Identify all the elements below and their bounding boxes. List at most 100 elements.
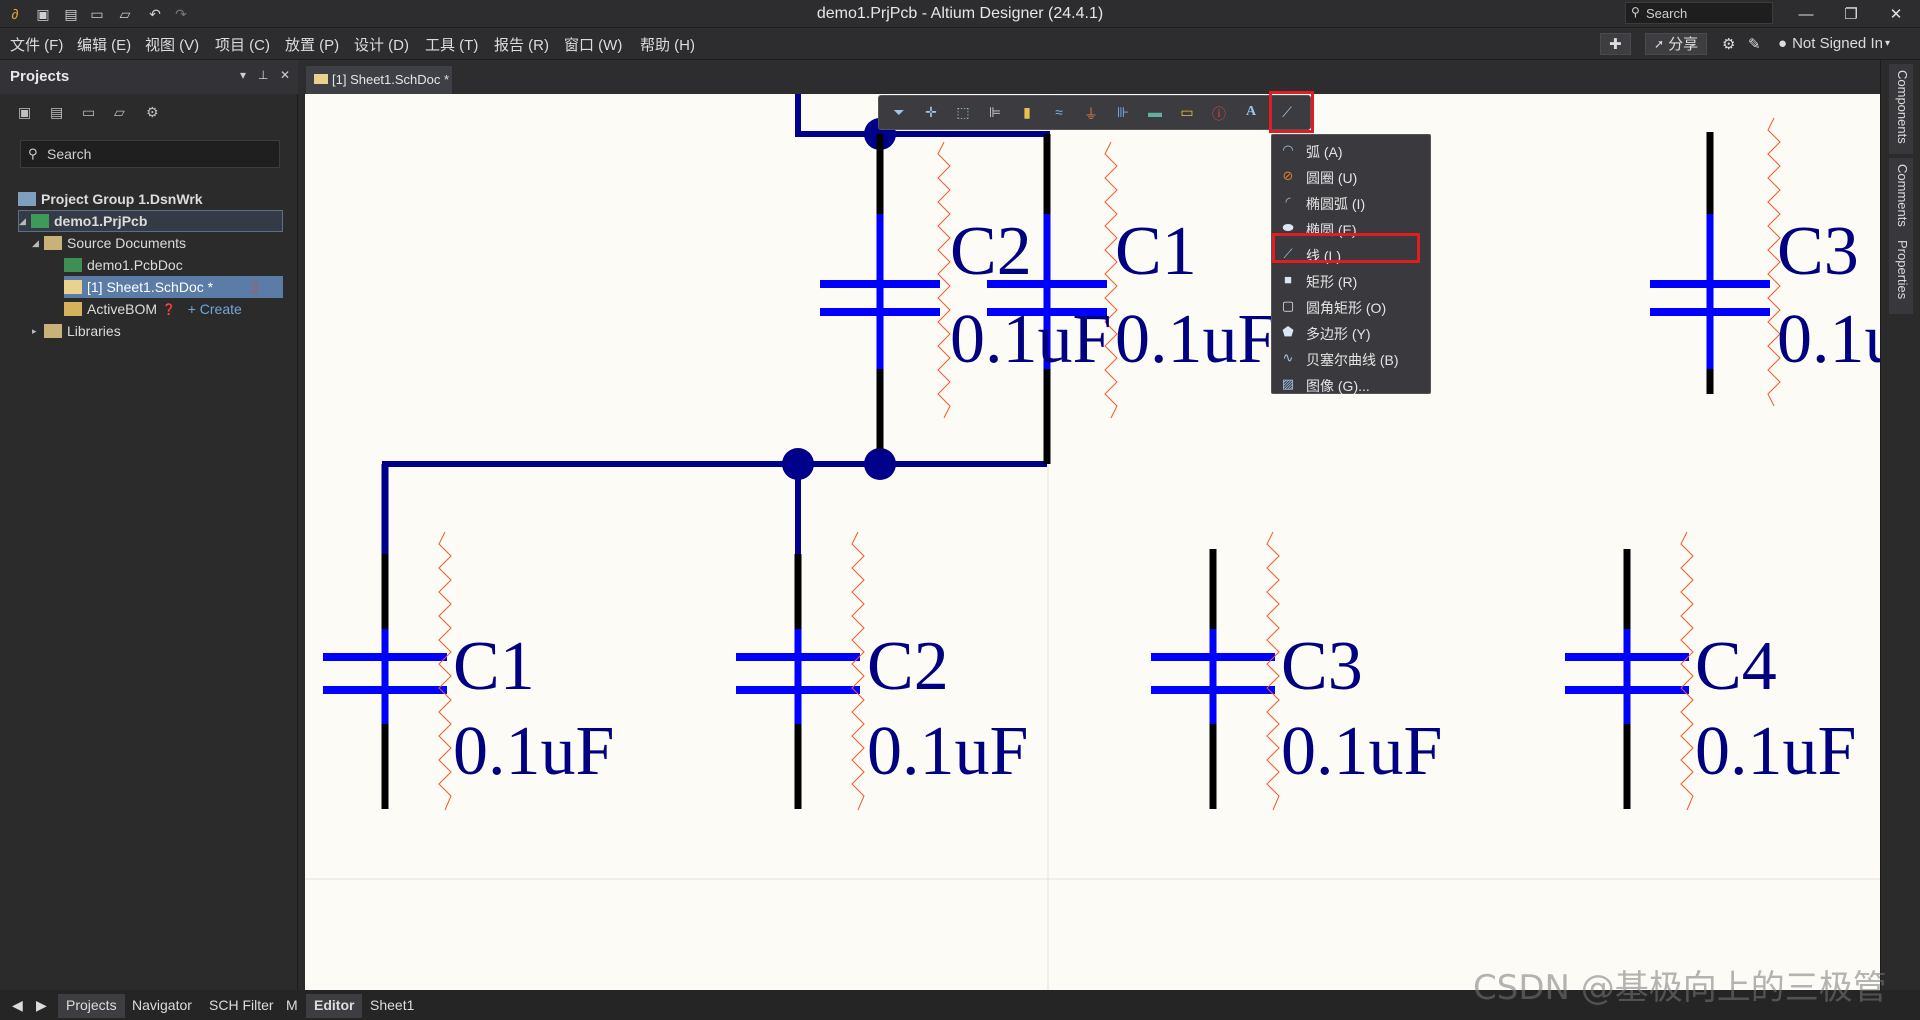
select-icon[interactable]: ⬚ [953, 104, 973, 124]
undo-icon[interactable]: ↶ [142, 3, 168, 25]
move-icon[interactable]: ✛ [921, 104, 941, 124]
pin-icon[interactable]: ⊥ [258, 68, 268, 82]
restore-button[interactable]: ❐ [1828, 0, 1874, 28]
user-account-button[interactable]: ● Not Signed In ▾ [1778, 32, 1890, 55]
expand-arrow-icon[interactable]: ◢ [32, 238, 44, 249]
menu-item-circle[interactable]: ⊘ 圆圈 (U) [1272, 163, 1432, 189]
panel-menu-chevron-icon[interactable]: ▾ [240, 68, 246, 82]
title-bar: ∂ ▣ ▤ ▭ ▱ ↶ ↷ demo1.PrjPcb - Altium Desi… [0, 0, 1920, 28]
extensions-icon[interactable]: ✎ [1748, 32, 1761, 55]
menu-item-bezier[interactable]: ∿ 贝塞尔曲线 (B) [1272, 345, 1432, 371]
projects-search-input[interactable]: ⚲ Search [20, 140, 280, 168]
minimize-button[interactable]: — [1783, 0, 1829, 28]
scroll-right-icon[interactable]: ▶ [28, 994, 55, 1018]
drawing-tools-dropdown: ◠ 弧 (A) ⊘ 圆圈 (U) ◜ 椭圆弧 (I) ⬬ 椭圆 (E) ⟋ 线 (L) ■… [1271, 134, 1431, 394]
tree-item-project[interactable]: ◢ demo1.PrjPcb [18, 210, 283, 232]
doc-tab-sheet1[interactable]: [1] Sheet1.SchDoc * [306, 66, 452, 94]
sheet-symbol-icon[interactable]: ▬ [1145, 104, 1165, 124]
save-icon[interactable]: ▣ [30, 3, 56, 25]
highlight-box [1272, 233, 1420, 263]
capacitor-symbol [736, 531, 865, 811]
port-icon[interactable]: ▭ [1177, 104, 1197, 124]
menu-tools[interactable]: 工具 (T) [425, 34, 478, 55]
bezier-icon: ∿ [1282, 350, 1294, 365]
tree-item-schdoc[interactable]: [1] Sheet1.SchDoc * ▯ [64, 276, 283, 298]
junction-dot [782, 448, 814, 480]
compile-icon[interactable]: ▤ [50, 104, 82, 126]
share-icon: ➚ [1654, 36, 1665, 51]
document-tab-bar: [1] Sheet1.SchDoc * [298, 60, 1880, 94]
filter-icon[interactable]: ⏷ [889, 104, 909, 124]
designator-label: C1 [1115, 213, 1197, 290]
menu-reports[interactable]: 报告 (R) [494, 34, 549, 55]
redo-icon[interactable]: ↷ [168, 3, 194, 25]
menu-file[interactable]: 文件 (F) [10, 34, 63, 55]
settings-gear-icon[interactable]: ⚙ [1722, 32, 1735, 55]
share-button[interactable]: ➚ 分享 [1645, 32, 1708, 55]
tab-projects[interactable]: Projects [58, 994, 125, 1018]
directive-icon[interactable]: ⓘ [1209, 104, 1229, 124]
tab-editor[interactable]: Editor [306, 994, 363, 1018]
tree-item-project-group[interactable]: Project Group 1.DsnWrk [18, 188, 283, 210]
harness-icon[interactable]: ⊪ [1113, 104, 1133, 124]
menu-item-image[interactable]: ▨ 图像 (G)... [1272, 371, 1432, 397]
menu-item-arc[interactable]: ◠ 弧 (A) [1272, 137, 1432, 163]
tab-comments[interactable]: Comments [1889, 158, 1913, 240]
pcb-doc-icon [64, 258, 82, 272]
global-search-input[interactable]: ⚲ Search [1625, 2, 1773, 24]
user-icon: ● [1778, 35, 1788, 52]
capacitor-symbol [1151, 531, 1280, 811]
wire-icon[interactable]: ≈ [1049, 104, 1069, 124]
open-folder-icon[interactable]: ▭ [84, 3, 110, 25]
project-history-icon[interactable]: ▱ [114, 104, 146, 126]
tree-item-pcbdoc[interactable]: demo1.PcbDoc [64, 254, 329, 276]
tree-item-libraries[interactable]: ▸ Libraries [32, 320, 297, 342]
circle-icon: ⊘ [1282, 168, 1294, 183]
highlight-box [1269, 91, 1314, 133]
save-all-icon[interactable]: ▤ [58, 3, 84, 25]
schematic-canvas[interactable]: C2 0.1uF C1 0.1uF C3 0.1u C1 0.1uF C2 0.… [305, 94, 1880, 990]
tree-item-activebom[interactable]: ActiveBOM ❓ + Create [64, 298, 329, 320]
tab-sch-filter[interactable]: SCH Filter [201, 994, 282, 1018]
close-panel-icon[interactable]: ✕ [280, 68, 290, 82]
tree-item-source-documents[interactable]: ◢ Source Documents [32, 232, 297, 254]
menu-help[interactable]: 帮助 (H) [640, 34, 695, 55]
menu-item-elliptical-arc[interactable]: ◜ 椭圆弧 (I) [1272, 189, 1432, 215]
menu-view[interactable]: 视图 (V) [145, 34, 199, 55]
help-icon[interactable]: ❓ [162, 303, 176, 316]
round-rectangle-icon: ▢ [1281, 298, 1295, 313]
menu-place[interactable]: 放置 (P) [285, 34, 339, 55]
menu-design[interactable]: 设计 (D) [354, 34, 409, 55]
capacitor-symbol [820, 134, 951, 449]
projects-panel: Projects ▾ ⊥ ✕ ▣ ▤ ▭ ▱ ⚙ ⚲ Search Projec… [0, 60, 298, 990]
tab-navigator[interactable]: Navigator [124, 994, 200, 1018]
expand-arrow-icon[interactable]: ◢ [19, 216, 31, 227]
menu-item-polygon[interactable]: ⬟ 多边形 (Y) [1272, 319, 1432, 345]
tab-sheet1[interactable]: Sheet1 [362, 994, 422, 1018]
capacitor-symbol [323, 464, 452, 811]
panel-settings-gear-icon[interactable]: ⚙ [146, 104, 178, 126]
align-icon[interactable]: ⊫ [985, 104, 1005, 124]
open-project-icon[interactable]: ▱ [112, 3, 138, 25]
save-project-icon[interactable]: ▣ [18, 104, 50, 126]
place-part-icon[interactable]: ▮ [1017, 104, 1037, 124]
menu-project[interactable]: 项目 (C) [215, 34, 270, 55]
right-panel-tabs: Components Comments Properties [1880, 60, 1920, 990]
tab-properties[interactable]: Properties [1889, 234, 1913, 314]
project-options-icon[interactable]: ▭ [82, 104, 114, 126]
menu-edit[interactable]: 编辑 (E) [77, 34, 131, 55]
panel-tabs: ◀ ▶ Projects Navigator SCH Filter M [0, 990, 298, 1020]
scroll-left-icon[interactable]: ◀ [4, 994, 31, 1018]
collapse-arrow-icon[interactable]: ▸ [32, 326, 44, 337]
image-icon: ▨ [1281, 376, 1295, 391]
close-window-button[interactable]: ✕ [1873, 0, 1919, 28]
tab-components[interactable]: Components [1889, 64, 1913, 154]
create-bom-link[interactable]: + Create [188, 301, 242, 317]
menu-window[interactable]: 窗口 (W) [564, 34, 622, 55]
text-icon[interactable]: A [1241, 104, 1261, 124]
menu-item-round-rectangle[interactable]: ▢ 圆角矩形 (O) [1272, 293, 1432, 319]
menu-item-rectangle[interactable]: ■ 矩形 (R) [1272, 267, 1432, 293]
ground-icon[interactable]: ⏚ [1081, 104, 1101, 124]
designator-label: C2 [950, 213, 1032, 290]
notifications-button[interactable]: ✚ [1600, 32, 1631, 55]
